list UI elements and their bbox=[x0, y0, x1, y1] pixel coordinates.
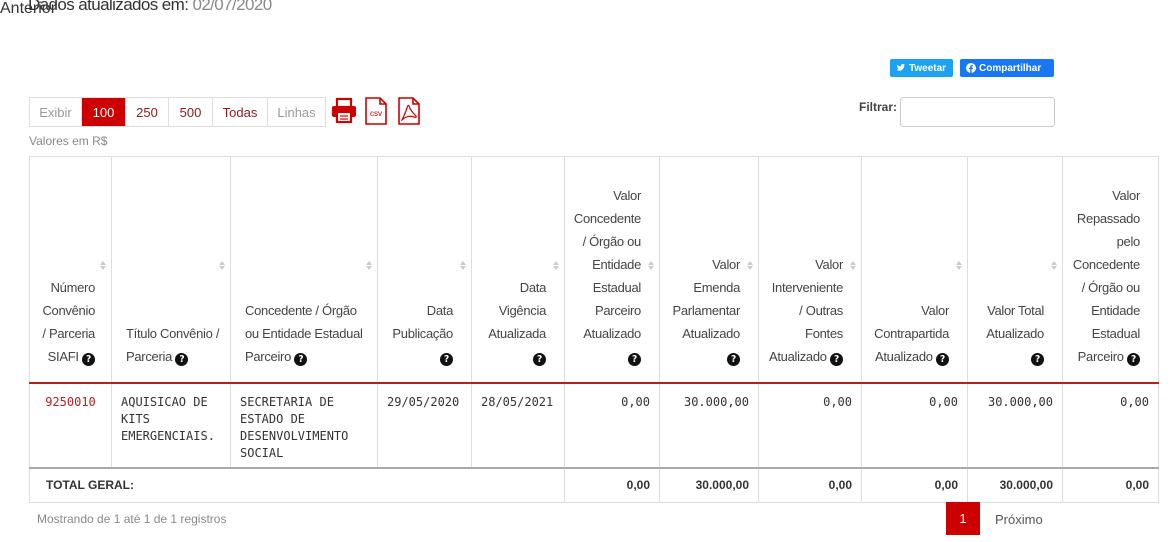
col-header-valor-concedente[interactable]: Valor Concedente / Órgão ou Entidade Est… bbox=[564, 156, 660, 384]
tweet-label: Tweetar bbox=[909, 62, 947, 74]
help-icon[interactable]: ? bbox=[1031, 352, 1044, 366]
help-icon[interactable]: ? bbox=[727, 352, 740, 366]
help-icon[interactable]: ? bbox=[175, 352, 189, 366]
sort-icon bbox=[850, 261, 856, 270]
total-row: TOTAL GERAL: 0,00 30.000,00 0,00 0,00 30… bbox=[29, 466, 1159, 503]
csv-icon[interactable]: csv bbox=[363, 97, 389, 125]
pagination-page-current[interactable]: 1 bbox=[946, 502, 980, 535]
help-icon[interactable]: ? bbox=[628, 352, 641, 366]
help-icon[interactable]: ? bbox=[1127, 352, 1140, 366]
total-valor-repassado: 0,00 bbox=[1062, 466, 1159, 503]
page-length-selector: Exibir 100 250 500 Todas Linhas bbox=[29, 97, 326, 127]
total-label: TOTAL GERAL: bbox=[29, 466, 565, 503]
total-valor-contrapartida: 0,00 bbox=[861, 466, 968, 503]
facebook-share-button[interactable]: Compartilhar bbox=[960, 59, 1054, 77]
col-header-data-publicacao[interactable]: Data Publicação ? bbox=[377, 156, 472, 384]
cell-numero-link[interactable]: 9250010 bbox=[29, 382, 112, 468]
sort-icon bbox=[100, 261, 106, 270]
cell-valor-contrapartida: 0,00 bbox=[861, 382, 968, 468]
help-icon[interactable]: ? bbox=[830, 352, 843, 366]
length-option-500[interactable]: 500 bbox=[169, 98, 213, 126]
col-header-valor-repassado[interactable]: Valor Repassado pelo Concedente / Órgão … bbox=[1062, 156, 1159, 384]
total-valor-interveniente: 0,00 bbox=[758, 466, 862, 503]
tweet-button[interactable]: Tweetar bbox=[890, 59, 953, 77]
facebook-label: Compartilhar bbox=[979, 62, 1042, 74]
records-info: Mostrando de 1 até 1 de 1 registros bbox=[37, 512, 227, 526]
help-icon[interactable]: ? bbox=[440, 352, 453, 366]
length-option-250[interactable]: 250 bbox=[126, 98, 169, 126]
lines-label: Linhas bbox=[277, 104, 316, 120]
sort-icon bbox=[1051, 261, 1057, 270]
cell-data-vigencia: 28/05/2021 bbox=[471, 382, 565, 468]
col-header-label: Valor Concedente / Órgão ou Entidade Est… bbox=[573, 187, 641, 341]
total-valor-total: 30.000,00 bbox=[967, 466, 1063, 503]
col-header-valor-interveniente[interactable]: Valor Interveniente / Outras Fontes Atua… bbox=[758, 156, 862, 384]
print-icon[interactable] bbox=[330, 97, 358, 125]
pdf-icon[interactable] bbox=[396, 97, 422, 125]
show-label: Exibir bbox=[30, 98, 82, 126]
sort-icon bbox=[956, 261, 962, 270]
col-header-data-vigencia[interactable]: Data Vigência Atualizada ? bbox=[471, 156, 565, 384]
col-header-label: Valor Emenda Parlamentar Atualizado bbox=[672, 256, 740, 341]
help-icon[interactable]: ? bbox=[936, 352, 949, 366]
col-header-label: Data Vigência Atualizada bbox=[488, 279, 546, 341]
facebook-icon bbox=[966, 63, 976, 73]
updated-date: 02/07/2020 bbox=[192, 0, 272, 14]
sort-icon bbox=[553, 261, 559, 270]
length-option-100[interactable]: 100 bbox=[82, 98, 126, 126]
sort-icon bbox=[460, 261, 466, 270]
twitter-icon bbox=[897, 63, 905, 71]
cell-valor-interveniente: 0,00 bbox=[758, 382, 862, 468]
updated-label: Dados atualizados em: bbox=[28, 0, 189, 14]
cell-valor-total: 30.000,00 bbox=[967, 382, 1063, 468]
cell-data-publicacao: 29/05/2020 bbox=[377, 382, 472, 468]
help-icon[interactable]: ? bbox=[533, 352, 546, 366]
pagination-next[interactable]: Próximo bbox=[995, 512, 1043, 527]
total-valor-emenda: 30.000,00 bbox=[659, 466, 759, 503]
table-row: 9250010 AQUISICAO DE KITS EMERGENCIAIS. … bbox=[29, 382, 1159, 468]
agreements-table: Número Convênio / Parceria SIAFI ? Títul… bbox=[29, 156, 1159, 503]
col-header-titulo[interactable]: Título Convênio / Parceria ? bbox=[111, 156, 231, 384]
filter-label: Filtrar: bbox=[859, 100, 898, 114]
col-header-label: Data Publicação bbox=[392, 302, 453, 341]
col-header-label: Valor Repassado pelo Concedente / Órgão … bbox=[1072, 187, 1140, 364]
filter-input[interactable] bbox=[900, 97, 1055, 127]
cell-valor-concedente: 0,00 bbox=[564, 382, 660, 468]
sort-icon bbox=[648, 261, 654, 270]
cell-valor-repassado: 0,00 bbox=[1062, 382, 1159, 468]
cell-valor-emenda: 30.000,00 bbox=[659, 382, 759, 468]
currency-note: Valores em R$ bbox=[29, 134, 108, 148]
sort-icon bbox=[219, 261, 225, 270]
col-header-label: Título Convênio / Parceria bbox=[126, 325, 220, 364]
table-header-row: Número Convênio / Parceria SIAFI ? Títul… bbox=[29, 156, 1159, 384]
col-header-label: Valor Interveniente / Outras Fontes Atua… bbox=[768, 256, 843, 364]
sort-icon bbox=[747, 261, 753, 270]
col-header-valor-emenda[interactable]: Valor Emenda Parlamentar Atualizado ? bbox=[659, 156, 759, 384]
help-icon[interactable]: ? bbox=[82, 352, 95, 366]
cell-titulo: AQUISICAO DE KITS EMERGENCIAIS. bbox=[111, 382, 231, 468]
csv-icon-text: csv bbox=[370, 109, 382, 118]
col-header-concedente[interactable]: Concedente / Órgão ou Entidade Estadual … bbox=[230, 156, 378, 384]
total-valor-concedente: 0,00 bbox=[564, 466, 660, 503]
help-icon[interactable]: ? bbox=[294, 352, 308, 366]
col-header-numero[interactable]: Número Convênio / Parceria SIAFI ? bbox=[29, 156, 112, 384]
col-header-label: Valor Total Atualizado bbox=[986, 302, 1044, 341]
col-header-valor-contrapartida[interactable]: Valor Contrapartida Atualizado ? bbox=[861, 156, 968, 384]
col-header-label: Número Convênio / Parceria SIAFI bbox=[42, 279, 95, 364]
cell-concedente: SECRETARIA DE ESTADO DE DESENVOLVIMENTO … bbox=[230, 382, 378, 468]
length-option-all[interactable]: Todas bbox=[213, 98, 268, 126]
last-updated: Dados atualizados em: 02/07/2020 bbox=[28, 0, 272, 15]
sort-icon bbox=[366, 261, 372, 270]
col-header-valor-total[interactable]: Valor Total Atualizado ? bbox=[967, 156, 1063, 384]
